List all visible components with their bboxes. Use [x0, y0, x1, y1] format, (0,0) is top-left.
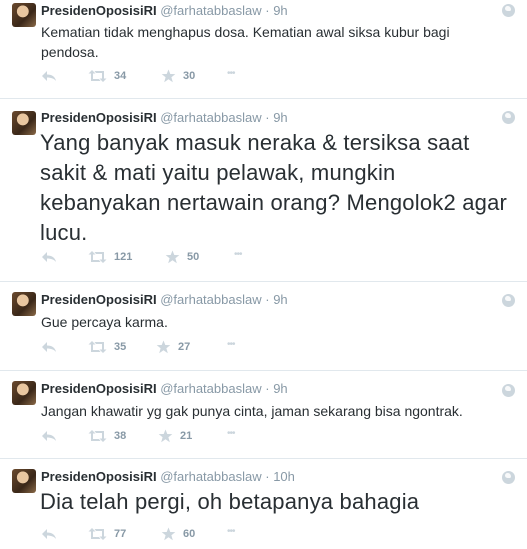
tweet-text: Gue percaya karma.: [41, 314, 168, 330]
star-icon: [156, 340, 171, 354]
tweet-text: Jangan khawatir yg gak punya cinta, jama…: [41, 403, 463, 419]
separator: ·: [265, 469, 270, 484]
tweet[interactable]: PresidenOposisiRI @farhatabbaslaw · 9h G…: [0, 282, 527, 371]
tweet-header: PresidenOposisiRI @farhatabbaslaw · 9h: [41, 110, 288, 125]
star-icon: [161, 527, 176, 541]
reply-icon: [42, 431, 56, 441]
favorite-count: 30: [183, 70, 196, 82]
favorite-count: 60: [183, 528, 196, 540]
reply-icon: [42, 529, 56, 539]
separator: ·: [265, 3, 270, 18]
retweet-button[interactable]: 34: [88, 69, 126, 83]
more-icon: •••: [234, 249, 242, 260]
retweet-count: 121: [114, 251, 133, 263]
separator: ·: [265, 381, 270, 396]
avatar[interactable]: [12, 292, 36, 316]
star-icon: [165, 250, 180, 264]
timestamp[interactable]: 10h: [273, 469, 295, 484]
tweet-header: PresidenOposisiRI @farhatabbaslaw · 9h: [41, 292, 288, 307]
retweet-icon: [88, 341, 107, 353]
retweet-count: 35: [114, 341, 127, 353]
more-icon: •••: [227, 68, 235, 79]
user-name[interactable]: PresidenOposisiRI: [41, 469, 157, 484]
retweet-icon: [88, 528, 107, 540]
retweet-count: 77: [114, 528, 127, 540]
more-button[interactable]: •••: [227, 339, 235, 350]
more-button[interactable]: •••: [227, 526, 235, 537]
user-handle[interactable]: @farhatabbaslaw: [160, 3, 261, 18]
tweet[interactable]: PresidenOposisiRI @farhatabbaslaw · 9h J…: [0, 371, 527, 459]
more-button[interactable]: •••: [234, 249, 242, 260]
avatar[interactable]: [12, 469, 36, 493]
tweet-text: Dia telah pergi, oh betapanya bahagia: [40, 489, 420, 514]
user-name[interactable]: PresidenOposisiRI: [41, 3, 157, 18]
tweet-header: PresidenOposisiRI @farhatabbaslaw · 9h: [41, 3, 288, 18]
more-button[interactable]: •••: [227, 68, 235, 79]
reply-icon: [42, 252, 56, 262]
retweet-icon: [88, 430, 107, 442]
timestamp[interactable]: 9h: [273, 3, 287, 18]
favorite-button[interactable]: 27: [156, 340, 190, 354]
tweet-text: Kematian tidak menghapus dosa. Kematian …: [41, 24, 450, 60]
timestamp[interactable]: 9h: [273, 381, 287, 396]
more-icon: •••: [227, 526, 235, 537]
avatar[interactable]: [12, 381, 36, 405]
globe-icon: [502, 471, 515, 484]
favorite-button[interactable]: 60: [161, 527, 195, 541]
tweet-text: Yang banyak masuk neraka & tersiksa saat…: [40, 130, 508, 245]
retweet-icon: [88, 251, 107, 263]
avatar[interactable]: [12, 111, 36, 135]
tweet[interactable]: PresidenOposisiRI @farhatabbaslaw · 10h …: [0, 459, 527, 549]
reply-button[interactable]: [41, 69, 57, 83]
tweet[interactable]: PresidenOposisiRI @farhatabbaslaw · 9h K…: [0, 0, 527, 99]
user-name[interactable]: PresidenOposisiRI: [41, 110, 157, 125]
user-handle[interactable]: @farhatabbaslaw: [160, 381, 261, 396]
timestamp[interactable]: 9h: [273, 292, 287, 307]
retweet-count: 38: [114, 430, 127, 442]
reply-icon: [42, 71, 56, 81]
favorite-button[interactable]: 50: [165, 250, 199, 264]
separator: ·: [265, 292, 270, 307]
retweet-button[interactable]: 35: [88, 340, 126, 354]
reply-button[interactable]: [41, 250, 57, 264]
globe-icon: [502, 111, 515, 124]
user-handle[interactable]: @farhatabbaslaw: [160, 292, 261, 307]
retweet-button[interactable]: 121: [88, 250, 132, 264]
favorite-button[interactable]: 30: [161, 69, 195, 83]
favorite-count: 50: [187, 251, 200, 263]
reply-button[interactable]: [41, 527, 57, 541]
tweet[interactable]: PresidenOposisiRI @farhatabbaslaw · 9h Y…: [0, 99, 527, 282]
tweet-header: PresidenOposisiRI @farhatabbaslaw · 10h: [41, 469, 295, 484]
tweet-header: PresidenOposisiRI @farhatabbaslaw · 9h: [41, 381, 288, 396]
more-button[interactable]: •••: [227, 428, 235, 439]
user-name[interactable]: PresidenOposisiRI: [41, 292, 157, 307]
user-handle[interactable]: @farhatabbaslaw: [160, 110, 261, 125]
timestamp[interactable]: 9h: [273, 110, 287, 125]
retweet-count: 34: [114, 70, 127, 82]
globe-icon: [502, 4, 515, 17]
reply-button[interactable]: [41, 340, 57, 354]
more-icon: •••: [227, 339, 235, 350]
retweet-button[interactable]: 77: [88, 527, 126, 541]
user-name[interactable]: PresidenOposisiRI: [41, 381, 157, 396]
globe-icon: [502, 384, 515, 397]
reply-icon: [42, 342, 56, 352]
globe-icon: [502, 294, 515, 307]
separator: ·: [265, 110, 270, 125]
star-icon: [161, 69, 176, 83]
favorite-button[interactable]: 21: [158, 429, 192, 443]
user-handle[interactable]: @farhatabbaslaw: [160, 469, 261, 484]
star-icon: [158, 429, 173, 443]
favorite-count: 27: [178, 341, 191, 353]
retweet-button[interactable]: 38: [88, 429, 126, 443]
favorite-count: 21: [180, 430, 193, 442]
more-icon: •••: [227, 428, 235, 439]
avatar[interactable]: [12, 3, 36, 27]
reply-button[interactable]: [41, 429, 57, 443]
retweet-icon: [88, 70, 107, 82]
